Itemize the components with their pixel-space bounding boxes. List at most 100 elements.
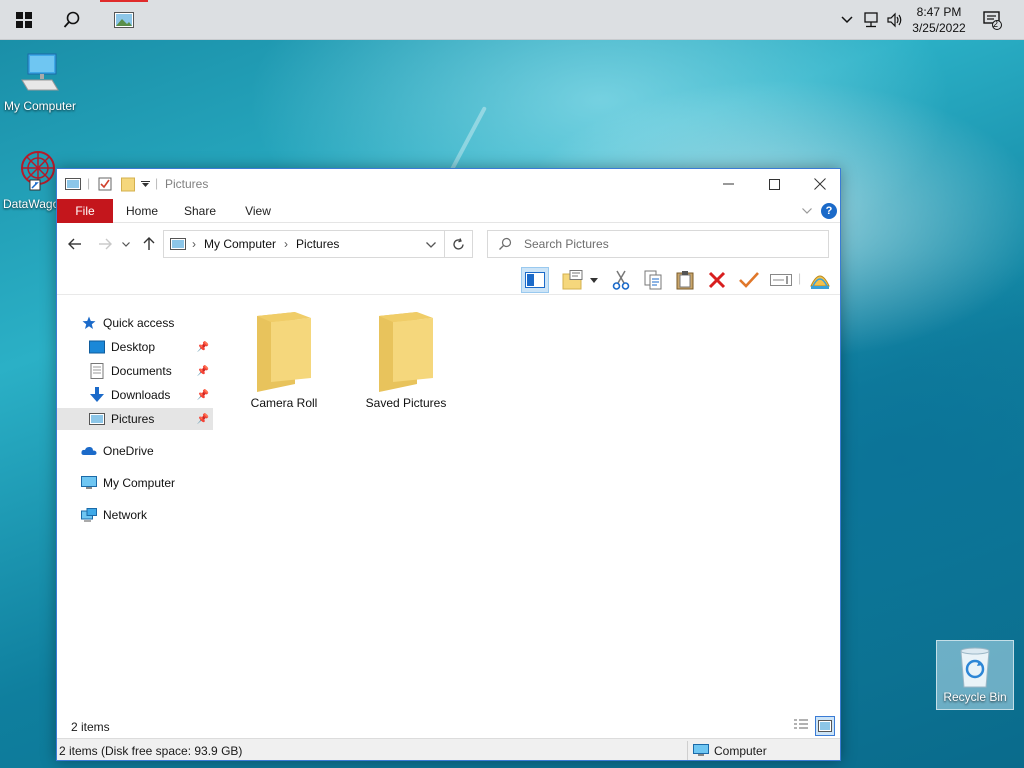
desktop-icon-recycle-bin[interactable]: Recycle Bin xyxy=(936,640,1014,710)
nav-network[interactable]: Network xyxy=(57,504,213,526)
action-center-button[interactable]: 2 xyxy=(980,10,1004,30)
up-button[interactable] xyxy=(139,234,159,254)
pictures-folder-icon xyxy=(65,178,81,190)
chevron-down-icon xyxy=(122,241,130,247)
breadcrumb-pictures[interactable]: Pictures xyxy=(296,237,339,251)
minimize-button[interactable] xyxy=(705,169,751,199)
cloud-icon xyxy=(81,443,97,459)
address-bar[interactable]: › My Computer › Pictures xyxy=(163,230,445,258)
address-row: › My Computer › Pictures Search Pictures xyxy=(57,224,840,264)
title-bar[interactable]: | | Pictures xyxy=(57,169,840,199)
pin-icon: 📌 xyxy=(196,413,209,425)
volume-icon[interactable] xyxy=(884,10,906,30)
nav-network-label: Network xyxy=(103,508,148,522)
documents-icon xyxy=(89,363,105,379)
properties-icon[interactable] xyxy=(98,177,112,191)
select-button[interactable] xyxy=(735,267,763,293)
preview-pane-button[interactable] xyxy=(521,267,549,293)
folder-item-camera-roll[interactable]: Camera Roll xyxy=(229,312,339,410)
delete-x-icon xyxy=(708,271,726,289)
recycle-bin-icon xyxy=(960,647,990,688)
desktop-icon-datawago[interactable]: DataWago xyxy=(0,148,60,211)
delete-button[interactable] xyxy=(703,267,731,293)
nav-item-label: Pictures xyxy=(111,412,155,426)
back-button[interactable] xyxy=(65,234,85,254)
new-folder-icon[interactable] xyxy=(121,176,135,192)
chevron-up-icon[interactable] xyxy=(838,10,856,30)
taskbar: 8:47 PM 3/25/2022 2 xyxy=(0,0,1024,40)
nav-item-documents[interactable]: Documents 📌 xyxy=(57,360,213,382)
paste-button[interactable] xyxy=(671,267,699,293)
search-placeholder: Search Pictures xyxy=(524,237,609,251)
folder-name: Camera Roll xyxy=(250,396,318,410)
breadcrumb-my-computer[interactable]: My Computer xyxy=(204,237,276,251)
tab-file[interactable]: File xyxy=(57,199,113,223)
search-button[interactable] xyxy=(48,0,96,40)
nav-quick-access[interactable]: Quick access xyxy=(57,312,213,334)
nav-item-desktop[interactable]: Desktop 📌 xyxy=(57,336,213,358)
checkmark-icon xyxy=(739,272,759,288)
search-icon xyxy=(63,11,80,28)
tab-view[interactable]: View xyxy=(235,199,281,223)
nav-my-computer[interactable]: My Computer xyxy=(57,472,213,494)
clock[interactable]: 8:47 PM 3/25/2022 xyxy=(906,4,972,36)
rename-icon xyxy=(770,274,792,286)
clock-time: 8:47 PM xyxy=(916,5,962,19)
breadcrumb-separator: › xyxy=(192,237,196,251)
shell-icon xyxy=(810,275,830,289)
breadcrumb-separator: › xyxy=(284,237,289,251)
pictures-window-icon xyxy=(114,12,134,28)
tab-home[interactable]: Home xyxy=(119,199,165,223)
forward-arrow-icon xyxy=(99,238,112,250)
desktop-folder-icon xyxy=(89,339,105,355)
recent-locations-button[interactable] xyxy=(119,234,133,254)
pin-icon: 📌 xyxy=(196,389,209,401)
desktop-icon-my-computer[interactable]: My Computer xyxy=(0,50,80,113)
notification-count: 2 xyxy=(993,19,999,29)
close-button[interactable] xyxy=(797,169,840,199)
folder-icon xyxy=(255,312,313,392)
network-tray-icon[interactable] xyxy=(860,10,882,30)
large-icons-view-button[interactable] xyxy=(815,716,835,736)
file-list: Camera Roll Saved Pictures xyxy=(217,296,840,716)
nav-onedrive[interactable]: OneDrive xyxy=(57,440,213,462)
search-box[interactable]: Search Pictures xyxy=(487,230,829,258)
nav-quick-access-label: Quick access xyxy=(103,316,175,330)
shell-button[interactable] xyxy=(806,267,834,293)
qat-separator: | xyxy=(87,176,91,190)
start-button[interactable] xyxy=(0,0,48,40)
nav-item-label: Documents xyxy=(111,364,172,378)
up-arrow-icon xyxy=(143,237,155,250)
expand-ribbon-icon[interactable] xyxy=(802,208,812,214)
preview-pane-icon xyxy=(525,272,545,288)
refresh-button[interactable] xyxy=(445,230,473,258)
computer-icon xyxy=(81,475,97,491)
location-label: Computer xyxy=(714,744,767,758)
taskbar-explorer-button[interactable] xyxy=(100,0,148,40)
nav-item-label: Downloads xyxy=(111,388,171,402)
star-icon xyxy=(81,315,97,331)
active-indicator xyxy=(100,0,148,2)
properties-dropdown[interactable] xyxy=(587,267,601,293)
nav-item-downloads[interactable]: Downloads 📌 xyxy=(57,384,213,406)
computer-icon xyxy=(21,53,59,91)
address-dropdown-icon[interactable] xyxy=(426,242,436,248)
rename-button[interactable] xyxy=(767,267,795,293)
maximize-button[interactable] xyxy=(751,169,797,199)
nav-item-pictures[interactable]: Pictures 📌 xyxy=(57,408,213,430)
notification-icon xyxy=(983,11,1002,30)
pictures-icon xyxy=(89,411,105,427)
help-icon[interactable]: ? xyxy=(821,203,837,219)
details-separator xyxy=(687,741,688,760)
folder-item-saved-pictures[interactable]: Saved Pictures xyxy=(351,312,461,410)
details-view-button[interactable] xyxy=(792,716,810,734)
qat-dropdown-icon[interactable] xyxy=(141,181,150,187)
command-toolbar: | xyxy=(57,265,840,295)
forward-button[interactable] xyxy=(95,234,115,254)
pictures-location-icon xyxy=(170,238,186,250)
properties-button[interactable] xyxy=(559,267,587,293)
clock-date: 3/25/2022 xyxy=(912,21,966,35)
tab-share[interactable]: Share xyxy=(177,199,223,223)
copy-button[interactable] xyxy=(639,267,667,293)
cut-button[interactable] xyxy=(607,267,635,293)
